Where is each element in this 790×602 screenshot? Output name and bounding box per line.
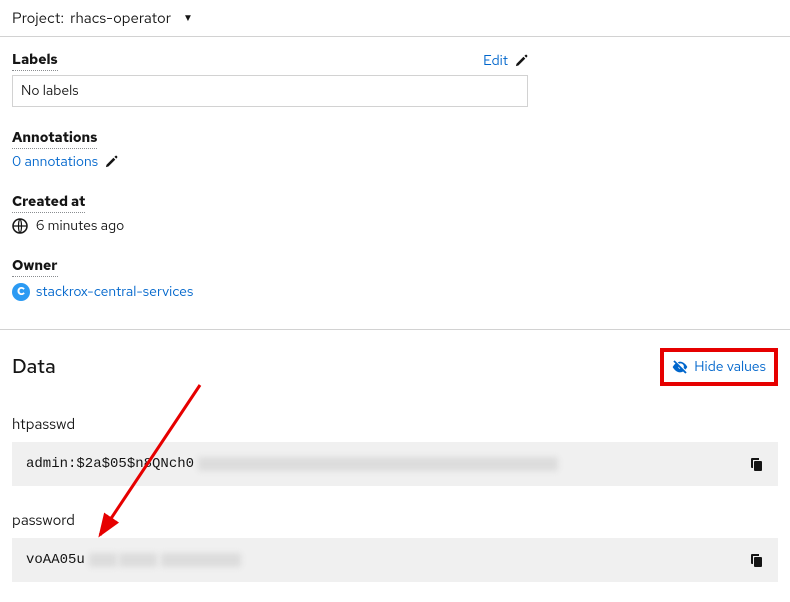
project-prefix: Project: <box>12 8 64 28</box>
data-heading: Data <box>12 354 56 380</box>
owner-badge: C <box>12 283 30 301</box>
data-value-box: admin:$2a$05$n8QNch0 <box>12 442 778 486</box>
hide-values-text: Hide values <box>694 358 766 376</box>
edit-label-text: Edit <box>483 52 508 70</box>
redacted-icon <box>119 553 157 567</box>
annotations-link[interactable]: 0 annotations <box>12 153 118 171</box>
project-selector[interactable]: Project: rhacs-operator ▼ <box>0 0 790 36</box>
annotations-heading: Annotations <box>12 129 97 149</box>
globe-icon <box>12 218 28 234</box>
data-key: password <box>12 510 778 530</box>
copy-icon <box>748 456 764 472</box>
project-name: rhacs-operator <box>70 8 171 28</box>
copy-icon <box>748 552 764 568</box>
eye-slash-icon <box>672 359 688 375</box>
labels-empty-box: No labels <box>12 75 528 107</box>
data-value-visible: voAA05u <box>26 552 85 568</box>
redacted-icon <box>89 553 117 567</box>
annotations-link-text: 0 annotations <box>12 153 98 171</box>
created-heading: Created at <box>12 193 85 213</box>
created-value: 6 minutes ago <box>36 217 124 235</box>
data-value-visible: admin:$2a$05$n8QNch0 <box>26 456 194 472</box>
redacted-icon <box>198 457 558 471</box>
data-entry: htpasswd admin:$2a$05$n8QNch0 <box>12 414 778 486</box>
data-key: htpasswd <box>12 414 778 434</box>
owner-heading: Owner <box>12 257 58 277</box>
edit-labels-link[interactable]: Edit <box>483 52 528 70</box>
hide-values-button[interactable]: Hide values <box>660 348 778 386</box>
pencil-icon <box>514 54 528 68</box>
pencil-icon <box>104 155 118 169</box>
data-value-box: voAA05u <box>12 538 778 582</box>
owner-link[interactable]: stackrox-central-services <box>36 283 193 301</box>
copy-button[interactable] <box>748 456 764 472</box>
caret-down-icon: ▼ <box>183 12 193 25</box>
data-entry: password voAA05u <box>12 510 778 582</box>
copy-button[interactable] <box>748 552 764 568</box>
redacted-icon <box>161 553 241 567</box>
labels-heading: Labels <box>12 51 58 71</box>
